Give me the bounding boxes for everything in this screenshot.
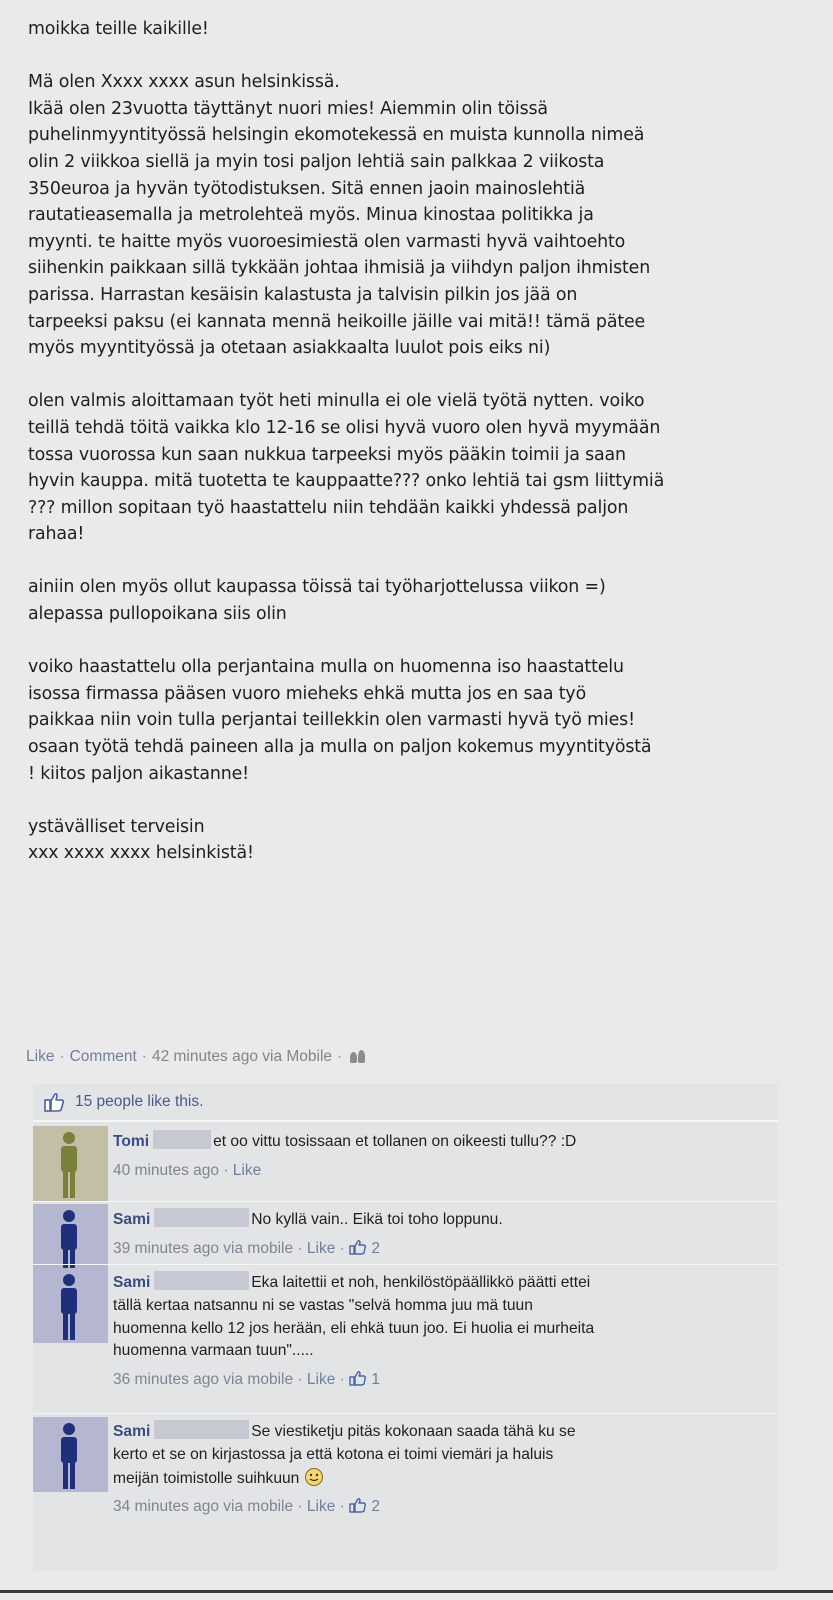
post-line: ainiin olen myös ollut kaupassa töissä t… [28,577,606,598]
comment-like-link[interactable]: Like [307,1240,335,1257]
separator: · [339,1371,345,1389]
comment-text: huomenna varmaan tuun"..... [113,1342,314,1360]
comment-item: Sami Se viestiketju pitäs kokonaan saada … [33,1413,778,1572]
separator: · [339,1239,345,1257]
post-line: olin 2 viikkoa siellä ja myin tosi paljo… [28,151,605,172]
post-line: tossa vuorossa kun saan nukkua tarpeeksi… [28,444,626,465]
post-line: 350euroa ja hyvän työtodistuksen. Sitä e… [28,178,586,199]
post-line: siihenkin paikkaan sillä tykkään johtaa … [28,258,651,279]
separator: · [223,1161,229,1179]
post-timestamp[interactable]: 42 minutes ago via Mobile [152,1048,332,1066]
comment-item: Tomi et oo vittu tosissaan et tollanen on… [33,1121,778,1202]
comment-body: Sami No kyllä vain.. Eikä toi toho loppun… [113,1208,768,1261]
post-signoff: xxx xxxx xxxx helsinkistä! [28,843,254,864]
comment-meta: 36 minutes ago via mobile · Like · 1 [113,1369,768,1392]
comment-meta: 39 minutes ago via mobile · Like · 2 [113,1238,768,1261]
friends-audience-icon[interactable] [349,1050,367,1064]
likes-summary: 15 people like this. [33,1084,778,1121]
comment-timestamp[interactable]: 40 minutes ago [113,1162,219,1179]
comment-text: meijän toimistolle suihkuun [113,1469,300,1487]
comment-meta: 40 minutes ago · Like [113,1160,768,1183]
post-line: myös myyntityössä ja otetaan asiakkaalta… [28,338,551,359]
separator: · [59,1048,65,1065]
divider [0,1590,833,1593]
comment-text: et oo vittu tosissaan et tollanen on oik… [213,1133,577,1150]
comment-link[interactable]: Comment [70,1048,137,1066]
post-signoff: ystävälliset terveisin [28,816,205,837]
separator: · [297,1371,303,1389]
comment-like-count[interactable]: 1 [371,1371,380,1388]
feedback-box: 15 people like this. Tomi et oo vittu tos… [33,1084,778,1571]
avatar[interactable] [33,1126,108,1201]
post-line: rahaa! [28,524,85,545]
likes-count-link[interactable]: 15 people like this. [75,1093,203,1111]
avatar[interactable] [33,1417,108,1492]
separator: · [141,1048,147,1065]
default-user-icon [61,1132,77,1198]
post-line: Mä olen Xxxx xxxx asun helsinkissä. [28,72,340,93]
post-line: hyvin kauppa. mitä tuotetta te kauppaatt… [28,471,665,492]
thumbs-up-icon [44,1092,65,1112]
avatar[interactable] [33,1268,108,1343]
comment-like-link[interactable]: Like [233,1162,261,1179]
redacted-surname [153,1130,212,1149]
comment-meta: 34 minutes ago via mobile · Like · 2 [113,1496,768,1519]
comment-like-link[interactable]: Like [307,1498,335,1515]
like-link[interactable]: Like [26,1048,54,1066]
commenter-name[interactable]: Sami [113,1274,150,1291]
separator: · [337,1048,343,1065]
thumbs-up-icon [349,1371,367,1386]
thumbs-up-icon [349,1239,367,1255]
comment-timestamp[interactable]: 39 minutes ago via mobile [113,1240,293,1257]
redacted-surname [154,1420,250,1439]
post-line: Ikää olen 23vuotta täyttänyt nuori mies!… [28,98,548,119]
comment-text: huomenna kello 12 jos herään, eli ehkä t… [113,1319,595,1337]
redacted-surname [154,1271,250,1290]
post-line: puhelinmyyntityössä helsingin ekomotekes… [28,125,645,146]
comment-body: Sami Se viestiketju pitäs kokonaan saada … [113,1420,768,1519]
post-line: voiko haastattelu olla perjantaina mulla… [28,657,624,678]
comment-body: Sami Eka laitettii et noh, henkilöstöpääl… [113,1271,768,1392]
post-line: tarpeeksi paksu (ei kannata mennä heikoi… [28,311,646,332]
post-line: isossa firmassa pääsen vuoro mieheks ehk… [28,683,587,704]
post-line: myynti. te haitte myös vuoroesimiestä ol… [28,231,626,252]
post-line: teillä tehdä töitä vaikka klo 12-16 se o… [28,417,661,438]
separator: · [297,1498,303,1516]
smiley-emoticon-icon [304,1467,323,1486]
commenter-name[interactable]: Sami [113,1211,150,1228]
post-line: osaan työtä tehdä paineen alla ja mulla … [28,737,652,758]
post-body: moikka teille kaikille! Mä olen Xxxx xxx… [28,16,818,867]
comment-text: kerto et se on kirjastossa ja että koton… [113,1445,554,1463]
comment-text: No kyllä vain.. Eikä toi toho loppunu. [251,1211,503,1228]
comment-like-count[interactable]: 2 [371,1498,380,1515]
comment-text: Eka laitettii et noh, henkilöstöpäällikk… [251,1274,591,1291]
comment-text: Se viestiketju pitäs kokonaan saada tähä… [251,1423,576,1440]
post-line: parissa. Harrastan kesäisin kalastusta j… [28,284,578,305]
comment-text: tällä kertaa natsannu ni se vastas "selv… [113,1296,533,1314]
post-greeting: moikka teille kaikille! [28,19,209,39]
post-line: ! kiitos paljon aikastanne! [28,763,249,784]
comment-timestamp[interactable]: 36 minutes ago via mobile [113,1371,293,1388]
post-line: ??? millon sopitaan työ haastattelu niin… [28,497,629,518]
separator: · [297,1239,303,1257]
thumbs-up-icon [349,1498,367,1514]
comment-like-link[interactable]: Like [307,1371,335,1388]
post-line: alepassa pullopoikana siis olin [28,604,287,625]
post-actions: Like · Comment · 42 minutes ago via Mobi… [26,1048,367,1066]
post-line: rautatieasemalla ja metrolehteä myös. Mi… [28,205,594,226]
separator: · [339,1498,345,1516]
redacted-surname [154,1208,250,1227]
comment-like-count[interactable]: 2 [371,1240,380,1257]
post-line: olen valmis aloittamaan työt heti minull… [28,391,645,412]
comment-item: Sami Eka laitettii et noh, henkilöstöpääl… [33,1264,778,1413]
default-user-icon [61,1423,77,1489]
default-user-icon [61,1274,77,1340]
commenter-name[interactable]: Sami [113,1423,150,1440]
post-line: paikkaa niin voin tulla perjantai teille… [28,710,635,731]
comment-body: Tomi et oo vittu tosissaan et tollanen on… [113,1130,768,1183]
comment-timestamp[interactable]: 34 minutes ago via mobile [113,1498,293,1515]
commenter-name[interactable]: Tomi [113,1133,149,1150]
